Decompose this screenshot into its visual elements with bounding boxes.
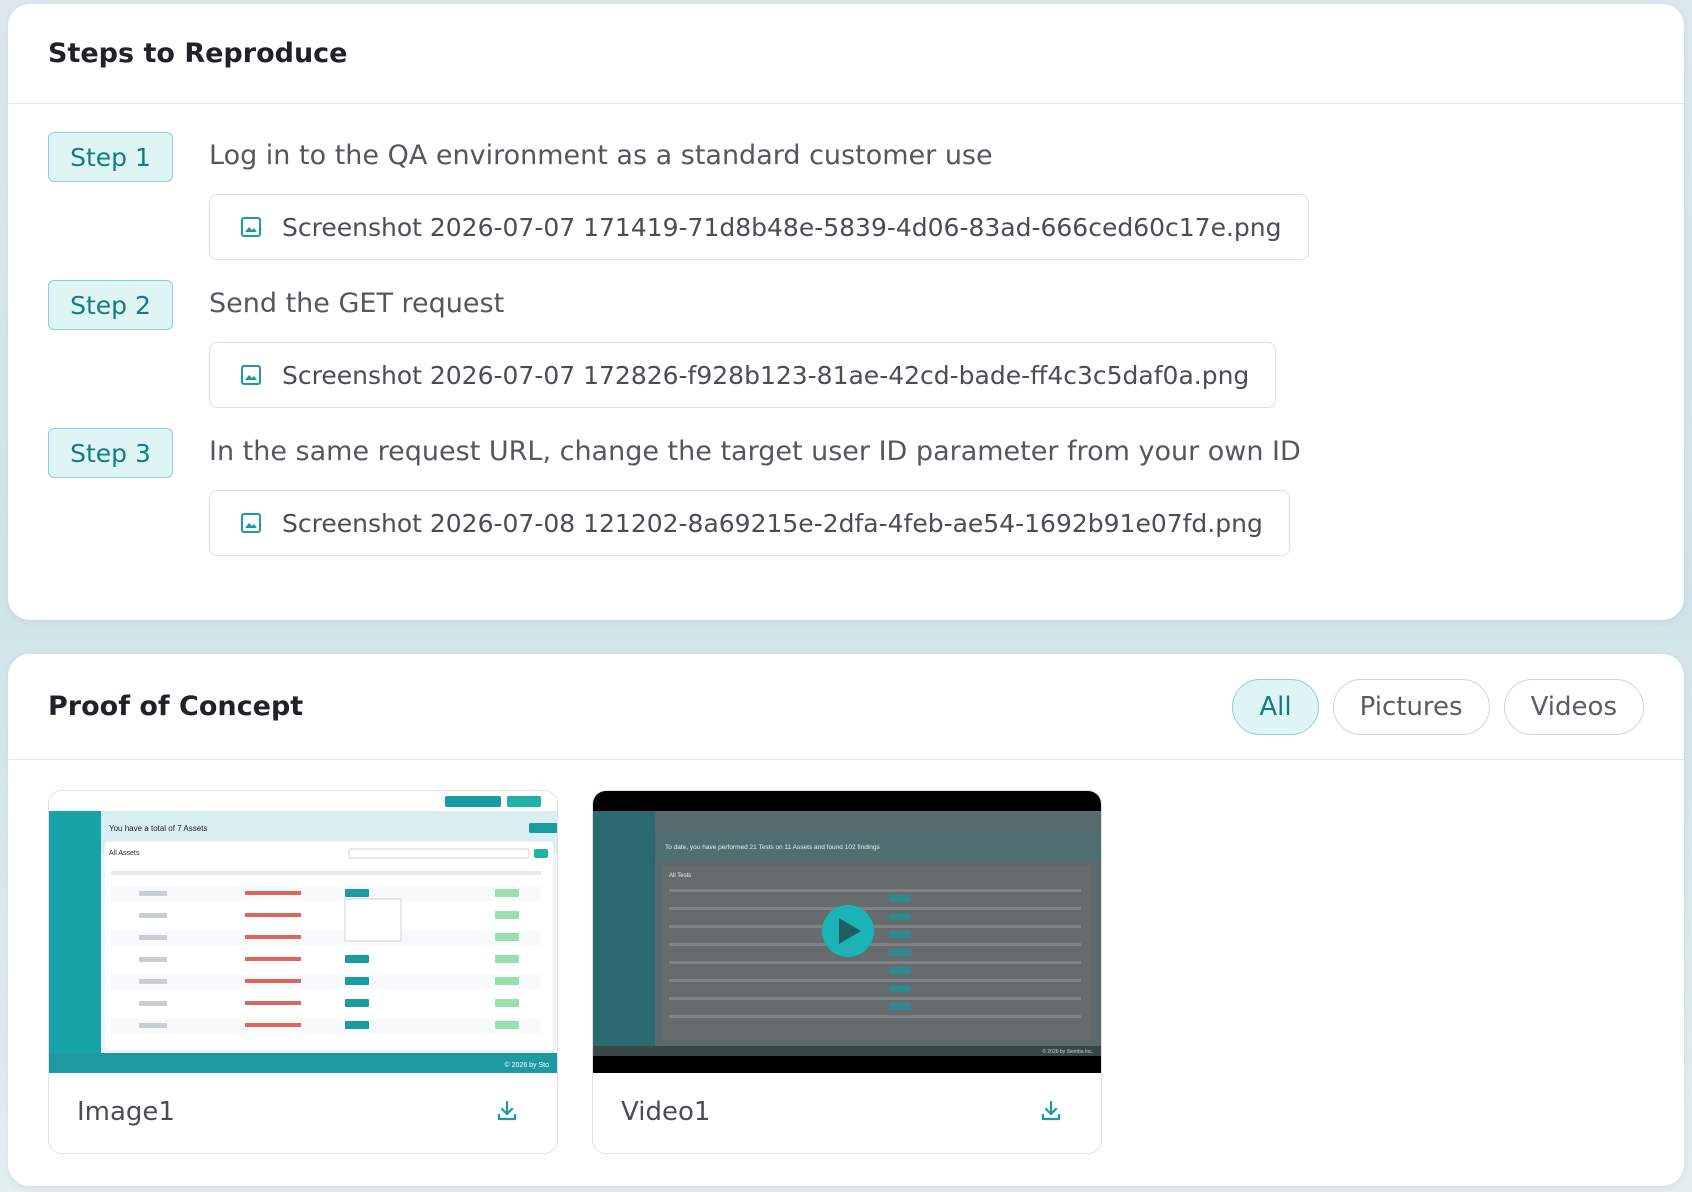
step-description: In the same request URL, change the targ… xyxy=(209,436,1301,467)
attachment-filename: Screenshot 2026-07-07 171419-71d8b48e-58… xyxy=(282,212,1282,242)
thumb-heading: All Assets xyxy=(109,850,140,857)
filter-pictures[interactable]: Pictures xyxy=(1332,678,1490,735)
filter-all[interactable]: All xyxy=(1232,678,1319,735)
media-card-video1[interactable]: To date, you have performed 21 Tests on … xyxy=(592,790,1102,1154)
image-preview: You have a total of 7 Assets All Assets xyxy=(49,791,557,1073)
thumb-banner: You have a total of 7 Assets xyxy=(109,824,207,833)
poc-header: Proof of Concept All Pictures Videos xyxy=(8,654,1684,760)
image-thumbnail[interactable]: You have a total of 7 Assets All Assets xyxy=(49,791,557,1073)
thumb-heading: All Tests xyxy=(669,873,691,879)
steps-title: Steps to Reproduce xyxy=(48,38,348,69)
thumb-banner: To date, you have performed 21 Tests on … xyxy=(665,844,881,851)
video-thumbnail[interactable]: To date, you have performed 21 Tests on … xyxy=(593,791,1101,1073)
video-preview: To date, you have performed 21 Tests on … xyxy=(593,791,1101,1073)
image-file-icon xyxy=(241,217,261,237)
media-filter-group: All Pictures Videos xyxy=(1232,678,1644,735)
play-icon xyxy=(822,905,874,957)
step-badge: Step 2 xyxy=(48,280,173,330)
step-badge: Step 1 xyxy=(48,132,173,182)
thumb-footer: © 2026 by Sto xyxy=(505,1061,550,1069)
poc-title: Proof of Concept xyxy=(48,691,304,722)
media-card-image1[interactable]: You have a total of 7 Assets All Assets xyxy=(48,790,558,1154)
download-icon[interactable] xyxy=(495,1099,519,1123)
filter-videos[interactable]: Videos xyxy=(1503,678,1644,735)
step-badge: Step 3 xyxy=(48,428,173,478)
steps-header: Steps to Reproduce xyxy=(8,4,1684,104)
proof-of-concept-card: Proof of Concept All Pictures Videos You… xyxy=(8,654,1684,1186)
step-description: Log in to the QA environment as a standa… xyxy=(209,140,993,171)
image-file-icon xyxy=(241,365,261,385)
attachment-filename: Screenshot 2026-07-07 172826-f928b123-81… xyxy=(282,360,1250,390)
attachment-link[interactable]: Screenshot 2026-07-08 121202-8a69215e-2d… xyxy=(209,490,1290,556)
attachment-link[interactable]: Screenshot 2026-07-07 171419-71d8b48e-58… xyxy=(209,194,1309,260)
thumb-footer: © 2026 by Siemba Inc. xyxy=(1042,1048,1093,1055)
image-file-icon xyxy=(241,513,261,533)
media-name: Image1 xyxy=(77,1097,175,1127)
attachment-link[interactable]: Screenshot 2026-07-07 172826-f928b123-81… xyxy=(209,342,1277,408)
steps-to-reproduce-card: Steps to Reproduce Step 1 Log in to the … xyxy=(8,4,1684,620)
step-description: Send the GET request xyxy=(209,288,505,319)
media-name: Video1 xyxy=(621,1097,711,1127)
download-icon[interactable] xyxy=(1039,1099,1063,1123)
attachment-filename: Screenshot 2026-07-08 121202-8a69215e-2d… xyxy=(282,508,1263,538)
